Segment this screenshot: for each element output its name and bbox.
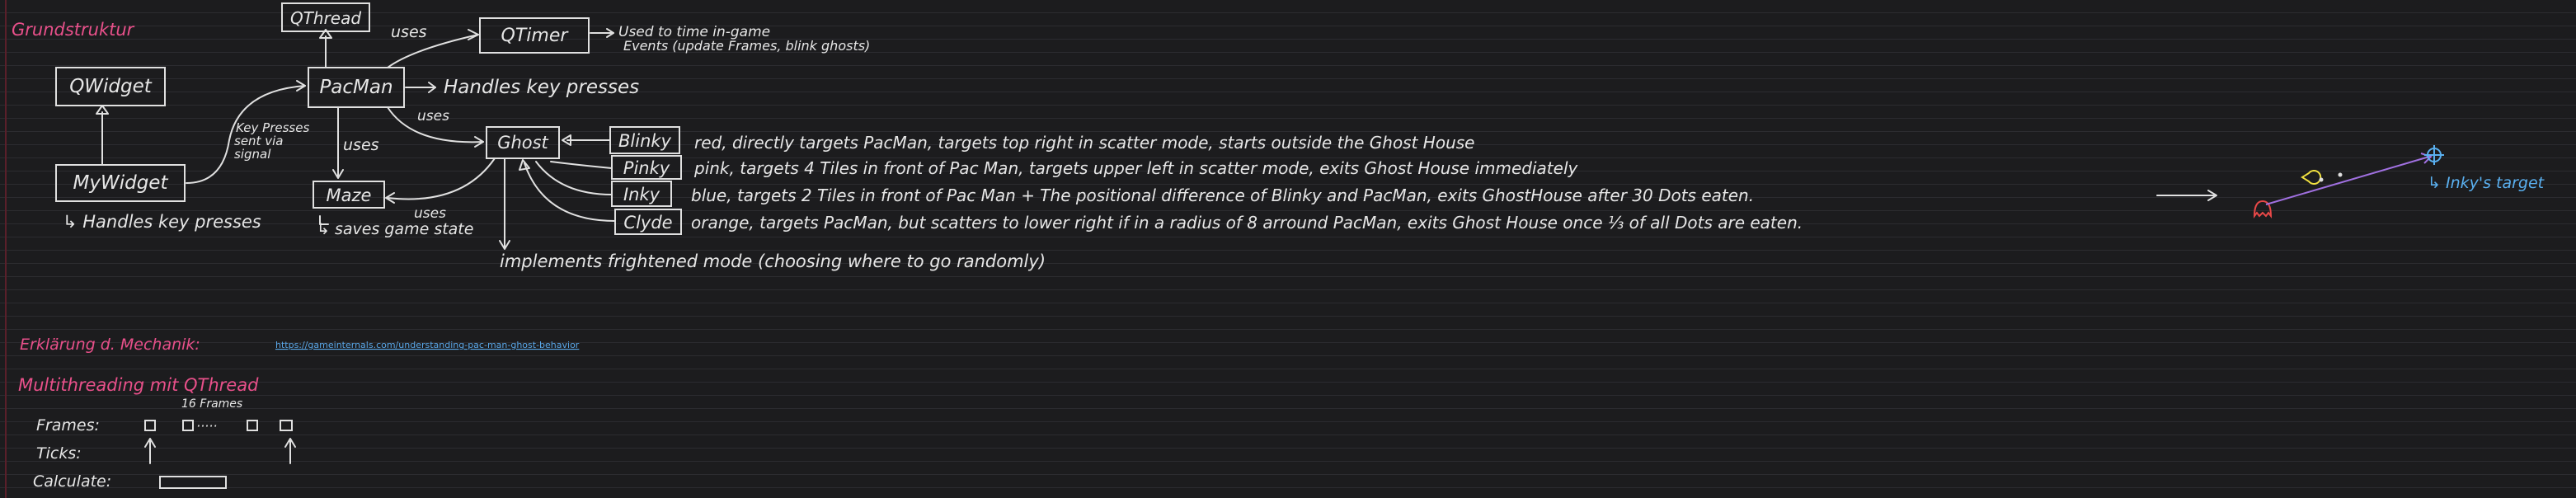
inky-target-label: ↳ Inky's target: [2428, 174, 2545, 192]
frame-square: [247, 420, 258, 431]
mechanics-link[interactable]: https://gameinternals.com/understanding-…: [275, 340, 580, 350]
frames-count-label: 16 Frames: [181, 397, 242, 411]
ghost-label: Ghost: [497, 133, 548, 153]
pacman-description: Handles key presses: [444, 77, 639, 98]
ghost-description: implements frightened mode (choosing whe…: [500, 251, 1046, 271]
qwidget-label: QWidget: [69, 76, 153, 97]
pacman-label: PacMan: [319, 77, 393, 98]
maze-label: Maze: [327, 186, 372, 205]
pinky-label: Pinky: [623, 158, 670, 178]
frames-ellipsis: ·····: [196, 418, 217, 434]
mywidget-description: ↳ Handles key presses: [63, 212, 261, 232]
frame-square: [280, 420, 293, 431]
inky-target-illustration: ↳ Inky's target: [2253, 145, 2545, 219]
frames-timeline: ·····: [144, 418, 296, 489]
uses-label-qthread: uses: [391, 23, 427, 41]
calculate-bar: [159, 476, 227, 489]
pinky-description: pink, targets 4 Tiles in front of Pac Ma…: [693, 158, 1579, 178]
frame-square: [182, 420, 194, 431]
qtimer-label: QTimer: [501, 26, 570, 46]
inky-vector-line: [2265, 156, 2430, 205]
qthread-label: QThread: [290, 8, 361, 28]
key-presses-note-line3: signal: [234, 147, 271, 162]
frames-row-label: Frames:: [36, 416, 100, 435]
clyde-description: orange, targets PacMan, but scatters to …: [691, 213, 1803, 233]
uses-label-ghost-maze: uses: [414, 205, 446, 222]
inky-label: Inky: [623, 185, 660, 204]
uses-label-ghost: uses: [417, 108, 449, 124]
threading-heading: Multithreading mit QThread: [18, 375, 259, 395]
uses-label-maze: uses: [343, 136, 379, 154]
blinky-label: Blinky: [618, 131, 672, 151]
calculate-row-label: Calculate:: [33, 472, 111, 491]
diagram-canvas: Grundstruktur QThread QTimer Used to tim…: [12, 2, 2545, 491]
dot-icon: [2338, 172, 2343, 177]
blinky-description: red, directly targets PacMan, targets to…: [694, 133, 1474, 153]
clyde-label: Clyde: [623, 213, 672, 233]
ticks-row-label: Ticks:: [36, 444, 82, 463]
inky-description: blue, targets 2 Tiles in front of Pac Ma…: [691, 186, 1754, 205]
tick-arrow: [144, 438, 156, 464]
pacman-icon: [2301, 170, 2322, 185]
qtimer-description-line2: Events (update Frames, blink ghosts): [623, 38, 870, 54]
dot-icon: [2319, 177, 2324, 182]
page-title: Grundstruktur: [12, 20, 135, 40]
mywidget-label: MyWidget: [73, 172, 169, 194]
maze-description: ↳ saves game state: [317, 220, 473, 238]
tick-arrow: [284, 438, 296, 464]
mechanics-heading: Erklärung d. Mechanik:: [20, 336, 200, 354]
frame-square: [144, 420, 156, 431]
